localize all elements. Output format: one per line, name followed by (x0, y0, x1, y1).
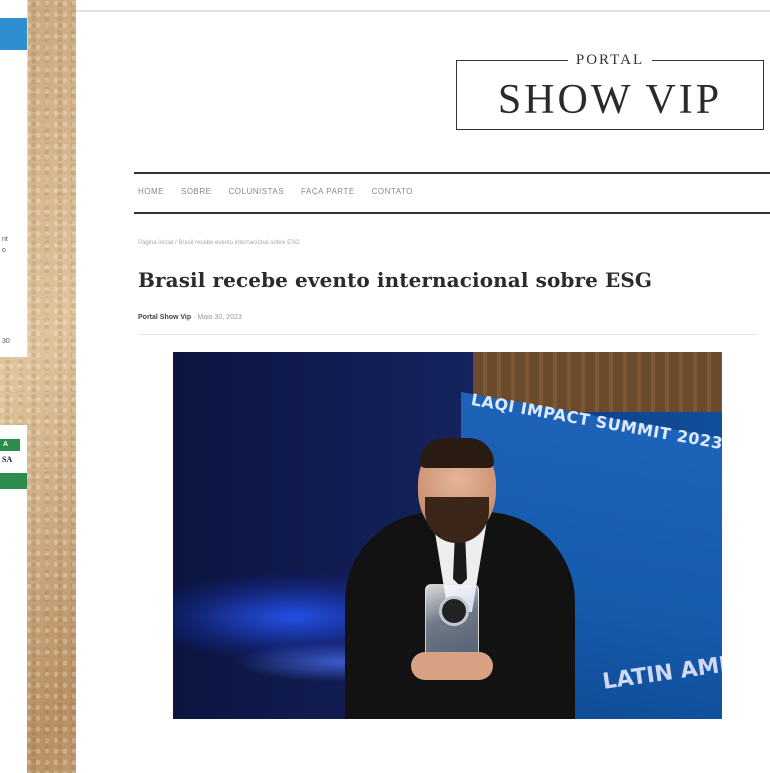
left-panel-label: SA (2, 455, 13, 464)
top-divider (76, 10, 770, 12)
left-panel-text: o (2, 247, 6, 254)
nav-home[interactable]: HOME (138, 187, 164, 196)
left-ad-panel: A SA (0, 425, 27, 773)
left-panel-header-bar (0, 18, 27, 50)
left-panel-text: nt (2, 236, 8, 243)
article-date: Maio 30, 2023 (197, 314, 242, 321)
site-logo[interactable]: PORTAL SHOW VIP (456, 52, 764, 130)
nav-divider-top (134, 172, 770, 174)
nav-colunistas[interactable]: COLUNISTAS (229, 187, 285, 196)
meta-divider (138, 334, 758, 335)
article-author[interactable]: Portal Show Vip (138, 314, 191, 321)
breadcrumb[interactable]: Página inicial / Brasil recebe evento in… (138, 240, 300, 246)
trophy-disc (439, 596, 469, 626)
nav-divider-bottom (134, 212, 770, 214)
nav-sobre[interactable]: SOBRE (181, 187, 212, 196)
left-panel-green-bar (0, 473, 27, 489)
article-featured-image: LAQI IMPACT SUMMIT 2023 LATIN AMER (173, 352, 722, 719)
article-meta: Portal Show Vip · Maio 30, 2023 (138, 314, 242, 321)
nav-faca-parte[interactable]: FAÇA PARTE (301, 187, 355, 196)
nav-contato[interactable]: CONTATO (372, 187, 413, 196)
photo-person-hands (411, 652, 493, 680)
left-sidebar-panel: nt o 30 (0, 0, 28, 357)
article-page: PORTAL SHOW VIP HOME SOBRE COLUNISTAS FA… (76, 0, 770, 773)
article-title: Brasil recebe evento internacional sobre… (138, 268, 653, 292)
logo-main-text: SHOW VIP (497, 77, 723, 123)
left-panel-text: 30 (2, 338, 10, 345)
main-nav: HOME SOBRE COLUNISTAS FAÇA PARTE CONTATO (138, 187, 413, 196)
logo-portal-text: PORTAL (567, 52, 653, 68)
photo-person-hair (420, 438, 494, 468)
left-panel-green-tag: A (0, 439, 20, 451)
